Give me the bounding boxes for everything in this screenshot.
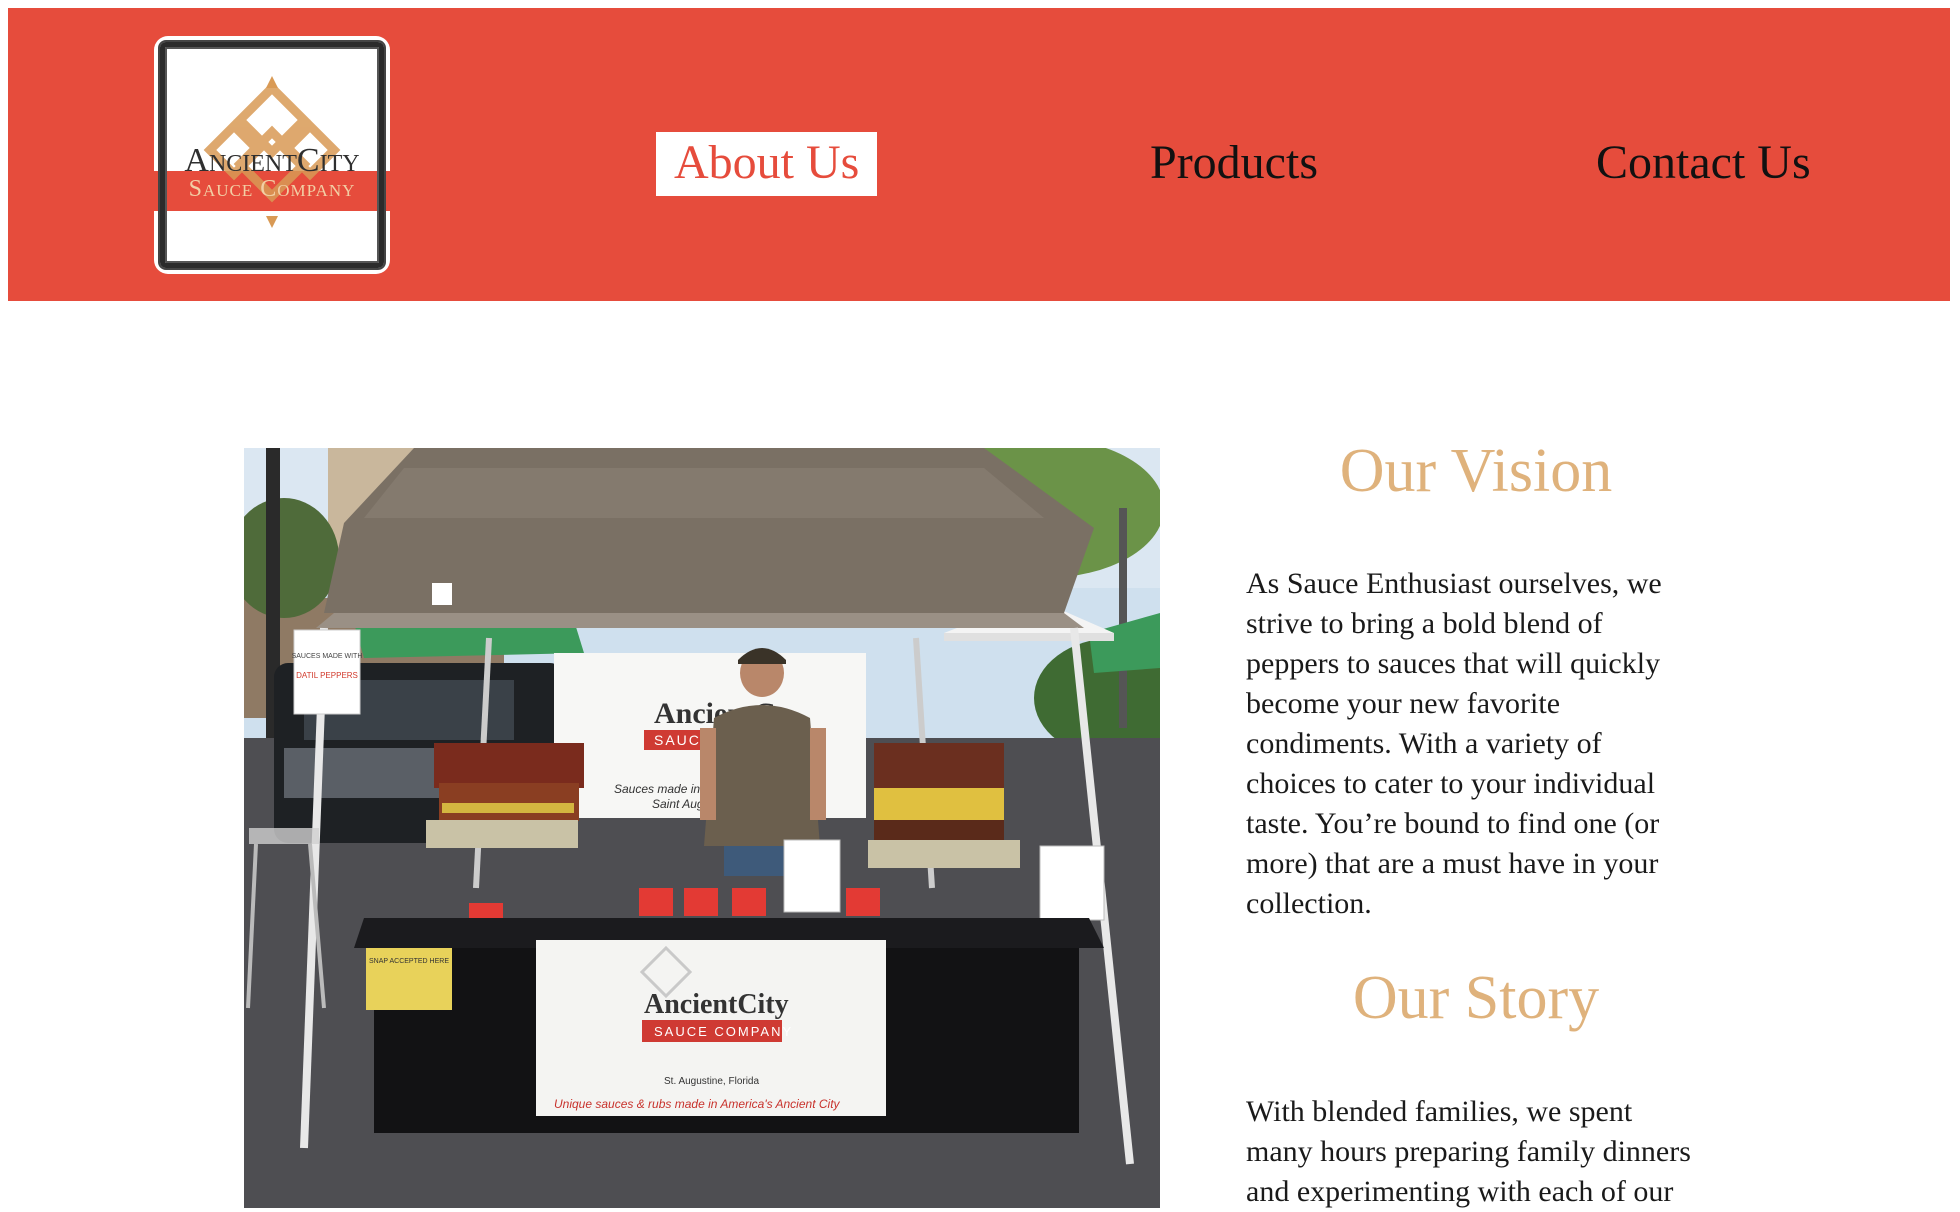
vision-line: become your new favorite [1246, 687, 1561, 720]
story-line: With blended families, we spent [1246, 1095, 1633, 1128]
vision-line: condiments. With a variety of [1246, 727, 1602, 760]
vision-line: As Sauce Enthusiast ourselves, we [1246, 567, 1662, 600]
vision-line: peppers to sauces that will quickly [1246, 647, 1661, 680]
vision-line: taste. You’re bound to find one (or [1246, 807, 1660, 840]
vision-text: As Sauce Enthusiast ourselves, we strive… [1246, 564, 1726, 924]
side-sign-text2: DATIL PEPPERS [296, 671, 358, 680]
front-banner-title: AncientCity [644, 989, 789, 1020]
snap-sign-text: SNAP ACCEPTED HERE [369, 958, 449, 965]
company-logo[interactable]: AncientCity Sauce Company [154, 36, 390, 274]
story-line: many hours preparing family dinners [1246, 1135, 1691, 1168]
logo-frame [160, 42, 384, 268]
vision-line: collection. [1246, 887, 1372, 920]
vision-title: Our Vision [1339, 437, 1613, 505]
front-banner-tagline: Unique sauces & rubs made in America's A… [554, 1097, 841, 1111]
back-banner-note2: Saint Aug [652, 797, 704, 811]
story-text: With blended families, we spent many hou… [1246, 1092, 1726, 1212]
nav-contact-us[interactable]: Contact Us [1596, 132, 1811, 196]
vision-line: strive to bring a bold blend of [1246, 607, 1603, 640]
front-banner-sub: SAUCE COMPANY [654, 1024, 793, 1039]
market-booth-photo: SAUCES MADE WITH DATIL PEPPERS AncientC … [244, 448, 1160, 1208]
nav-about-us[interactable]: About Us [656, 132, 878, 196]
vision-line: more) that are a must have in your [1246, 847, 1659, 880]
nav-products[interactable]: Products [1150, 132, 1318, 196]
story-line: and experimenting with each of our [1246, 1175, 1674, 1208]
story-title: Our Story [1352, 964, 1600, 1032]
site-header: AncientCity Sauce Company About Us Produ… [8, 8, 1950, 301]
side-sign-text: SAUCES MADE WITH [292, 653, 363, 660]
vision-line: choices to cater to your individual [1246, 767, 1656, 800]
front-banner-location: St. Augustine, Florida [664, 1076, 759, 1087]
